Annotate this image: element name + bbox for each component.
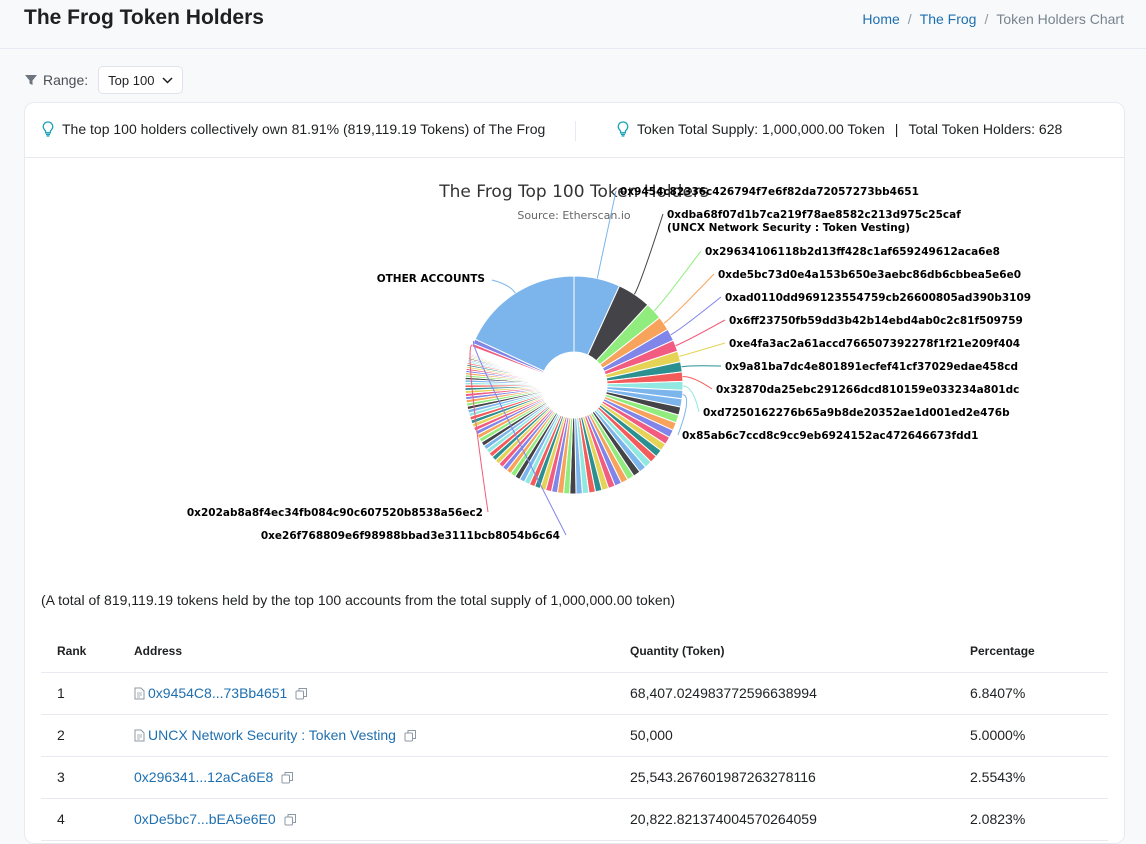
breadcrumb-separator: / [907, 11, 912, 27]
address-link[interactable]: UNCX Network Security : Token Vesting [148, 727, 396, 743]
copy-icon[interactable] [281, 771, 294, 784]
label-leader-line [681, 365, 722, 368]
chevron-down-icon [162, 76, 173, 84]
quantity-cell: 68,407.024983772596638994 [630, 685, 817, 701]
filter-icon [25, 75, 37, 85]
percentage-cell: 6.8407% [970, 685, 1026, 701]
separator: | [894, 121, 899, 137]
copy-icon[interactable] [295, 687, 308, 700]
lightbulb-icon [42, 121, 54, 137]
breadcrumb: Home / The Frog / Token Holders Chart [862, 11, 1124, 27]
divider [575, 121, 576, 141]
breadcrumb-separator: / [984, 11, 989, 27]
quantity-cell: 20,822.821374004570264059 [630, 811, 817, 827]
contract-icon [134, 729, 145, 742]
breadcrumb-token[interactable]: The Frog [920, 11, 977, 27]
copy-icon[interactable] [284, 813, 297, 826]
top-holders-info: The top 100 holders collectively own 81.… [42, 121, 545, 137]
pie-label: 0xe4fa3ac2a61accd766507392278f1f21e209f4… [729, 338, 1020, 350]
pie-label: 0x202ab8a8f4ec34fb084c90c607520b8538a56e… [187, 507, 483, 519]
pie-label: 0x85ab6c7ccd8c9cc9eb6924152ac472646673fd… [682, 430, 978, 442]
header-address: Address [134, 644, 183, 658]
address-cell: UNCX Network Security : Token Vesting [134, 727, 417, 743]
quantity-cell: 25,543.267601987263278116 [630, 769, 816, 785]
percentage-cell: 2.5543% [970, 769, 1026, 785]
breadcrumb-current: Token Holders Chart [996, 11, 1124, 27]
rank-cell: 2 [57, 727, 65, 743]
pie-label: 0xdba68f07d1b7ca219f78ae8582c213d975c25c… [667, 209, 961, 221]
label-leader-line [653, 250, 702, 312]
copy-icon[interactable] [404, 729, 417, 742]
holders-card: The top 100 holders collectively own 81.… [24, 102, 1125, 844]
address-cell: 0xDe5bc7...bEA5e6E0 [134, 811, 297, 827]
info-bar: The top 100 holders collectively own 81.… [25, 103, 1124, 158]
percentage-cell: 5.0000% [970, 727, 1026, 743]
total-holders-text: Total Token Holders: 628 [908, 121, 1063, 137]
label-leader-line [670, 296, 722, 336]
table-row: 1 0x9454C8...73Bb4651 68,407.0249837725966… [41, 673, 1108, 715]
pie-label: 0xde5bc73d0e4a153b650e3aebc86db6cbbea5e6… [718, 269, 1021, 281]
label-leader-line [596, 190, 617, 279]
holders-table: Rank Address Quantity (Token) Percentage… [41, 632, 1108, 841]
pie-label: 0xd7250162276b65a9b8de20352ae1d001ed2e47… [703, 407, 1010, 419]
pie-label: 0x9a81ba7dc4e801891ecfef41cf37029edae458… [725, 361, 1018, 373]
address-link[interactable]: 0x296341...12aCa6E8 [134, 769, 273, 785]
page-title: The Frog Token Holders [24, 6, 264, 29]
breadcrumb-home[interactable]: Home [862, 11, 899, 27]
total-supply-text: Token Total Supply: 1,000,000.00 Token [637, 121, 885, 137]
lightbulb-icon [617, 121, 629, 137]
header-quantity: Quantity (Token) [630, 644, 725, 658]
range-label: Range: [43, 72, 89, 88]
header-rank: Rank [57, 644, 87, 658]
range-select[interactable]: Top 100 [98, 66, 184, 94]
percentage-cell: 2.0823% [970, 811, 1026, 827]
label-leader-line [675, 319, 726, 347]
header-percentage: Percentage [970, 644, 1035, 658]
rank-cell: 3 [57, 769, 65, 785]
pie-label: 0x32870da25ebc291266dcd810159e033234a801… [716, 384, 1019, 396]
quantity-cell: 50,000 [630, 727, 673, 743]
table-body: 1 0x9454C8...73Bb4651 68,407.0249837725966… [41, 673, 1108, 841]
chart-subtitle: Source: Etherscan.io [517, 209, 631, 222]
table-row: 4 0xDe5bc7...bEA5e6E0 20,822.8213740045702… [41, 799, 1108, 841]
top-holders-text: The top 100 holders collectively own 81.… [62, 121, 546, 137]
rank-cell: 4 [57, 811, 65, 827]
label-leader-line [682, 385, 700, 413]
pie-label: 0x9454c82336c426794f7e6f82da72057273bb46… [620, 186, 919, 198]
label-leader-line [491, 279, 516, 294]
pie-label: 0xe26f768809e6f98988bbad3e3111bcb8054b6c… [261, 530, 560, 542]
pie-label: 0xad0110dd969123554759cb26600805ad390b31… [725, 292, 1031, 304]
address-link[interactable]: 0x9454C8...73Bb4651 [148, 685, 287, 701]
contract-icon [134, 687, 145, 700]
address-link[interactable]: 0xDe5bc7...bEA5e6E0 [134, 811, 276, 827]
holders-pie-chart: The Frog Top 100 Token Holders Source: E… [187, 182, 1031, 542]
pie-label: (UNCX Network Security : Token Vesting) [667, 222, 910, 234]
label-leader-line [679, 342, 726, 357]
range-selected-value: Top 100 [108, 72, 155, 88]
pie-label: 0x6ff23750fb59dd3b42b14ebd4ab0c2c81f5097… [729, 315, 1023, 327]
rank-cell: 1 [57, 685, 65, 701]
range-filter: Range: Top 100 [24, 66, 184, 94]
table-header: Rank Address Quantity (Token) Percentage [41, 632, 1108, 673]
pie-label: OTHER ACCOUNTS [377, 273, 485, 285]
supply-info: Token Total Supply: 1,000,000.00 Token |… [617, 121, 1062, 137]
address-cell: 0x9454C8...73Bb4651 [134, 685, 308, 701]
label-leader-line [633, 213, 664, 295]
table-row: 3 0x296341...12aCa6E8 25,543.2676019872632… [41, 757, 1108, 799]
pie-slices [464, 275, 684, 495]
page-header: The Frog Token Holders Home / The Frog / Tok… [0, 0, 1146, 49]
total-note: (A total of 819,119.19 tokens held by th… [41, 592, 676, 608]
label-leader-line [663, 273, 715, 324]
address-cell: 0x296341...12aCa6E8 [134, 769, 294, 785]
table-row: 2 UNCX Network Security : Token Vesting 50… [41, 715, 1108, 757]
pie-label: 0x29634106118b2d13ff428c1af659249612aca6… [705, 246, 1000, 258]
